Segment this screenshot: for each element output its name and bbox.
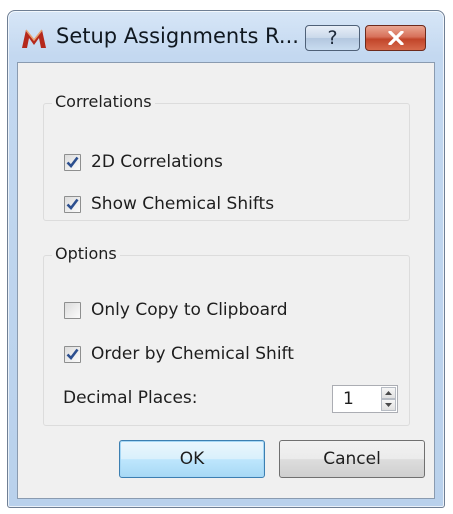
window-title: Setup Assignments R... xyxy=(56,24,299,48)
checkbox-order-by-chemical-shift[interactable]: Order by Chemical Shift xyxy=(64,344,294,364)
checkbox-box[interactable] xyxy=(64,153,81,171)
decimal-places-text: Decimal Places: xyxy=(63,388,198,408)
help-button[interactable]: ? xyxy=(305,25,360,51)
cancel-button[interactable]: Cancel xyxy=(279,440,425,478)
decimal-places-label: Decimal Places: xyxy=(63,388,198,408)
help-icon: ? xyxy=(327,27,338,49)
cancel-button-label: Cancel xyxy=(323,449,381,469)
checkbox-label: Order by Chemical Shift xyxy=(91,344,294,364)
correlations-group-title: Correlations xyxy=(52,92,155,111)
checkbox-2d-correlations[interactable]: 2D Correlations xyxy=(64,152,223,172)
checkbox-only-copy-to-clipboard[interactable]: Only Copy to Clipboard xyxy=(64,300,288,320)
decimal-places-value[interactable]: 1 xyxy=(343,389,354,409)
spin-up-button[interactable] xyxy=(381,387,396,399)
checkbox-show-chemical-shifts[interactable]: Show Chemical Shifts xyxy=(64,194,274,214)
checkbox-label: Only Copy to Clipboard xyxy=(91,300,288,320)
ok-button-label: OK xyxy=(179,449,205,469)
checkbox-box[interactable] xyxy=(64,195,81,213)
checkbox-box[interactable] xyxy=(64,301,81,319)
title-bar[interactable]: Setup Assignments R... ? xyxy=(8,11,444,61)
options-group-title: Options xyxy=(52,244,120,263)
dialog-body: Correlations 2D Correlations Show Chemic… xyxy=(17,62,435,499)
spin-down-button[interactable] xyxy=(381,399,396,411)
checkmark-icon xyxy=(66,156,79,168)
spin-buttons xyxy=(381,387,396,411)
checkbox-box[interactable] xyxy=(64,345,81,363)
dialog-window: Setup Assignments R... ? Correlations 2D… xyxy=(7,10,445,508)
checkmark-icon xyxy=(66,348,79,360)
checkbox-label: 2D Correlations xyxy=(91,152,223,172)
close-icon xyxy=(387,31,404,45)
checkmark-icon xyxy=(66,198,79,210)
checkbox-label: Show Chemical Shifts xyxy=(91,194,275,214)
decimal-places-spinbox[interactable]: 1 xyxy=(332,385,398,413)
ok-button[interactable]: OK xyxy=(119,440,265,478)
arrow-up-icon xyxy=(385,391,392,395)
arrow-down-icon xyxy=(385,403,392,407)
close-button[interactable] xyxy=(365,25,426,51)
mnova-m-icon xyxy=(22,29,46,48)
